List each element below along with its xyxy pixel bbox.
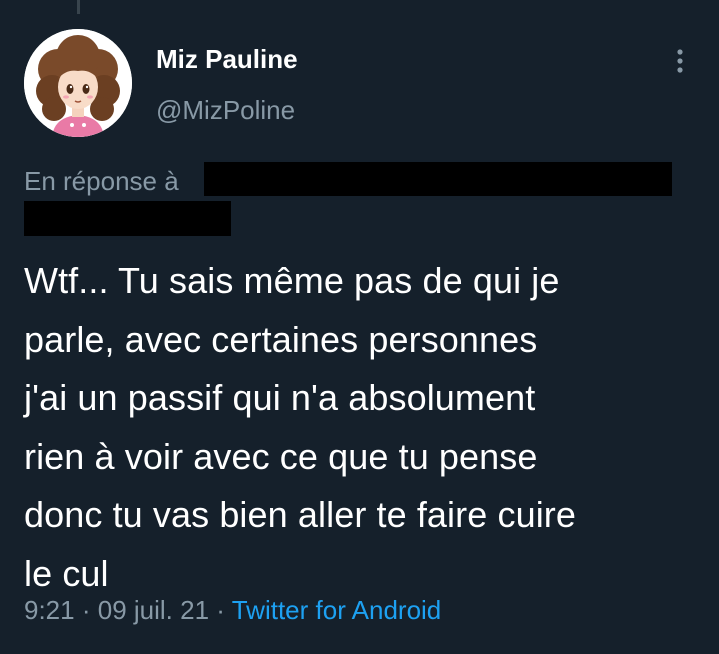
- redacted-reply-handle: [204, 162, 672, 196]
- tweet-text: Wtf... Tu sais même pas de qui je parle,…: [24, 260, 576, 594]
- redacted-reply-handle-2: [24, 201, 231, 236]
- avatar-illustration: [24, 29, 132, 137]
- more-options-button[interactable]: [666, 46, 694, 78]
- author-name[interactable]: Miz Pauline: [156, 44, 298, 74]
- reply-to-label: En réponse à: [24, 166, 179, 196]
- tweet-meta: 9:21 · 09 juil. 21 · Twitter for Android: [24, 595, 441, 625]
- meta-separator: ·: [81, 595, 91, 625]
- meta-separator: ·: [216, 595, 225, 625]
- tweet-source-link[interactable]: Twitter for Android: [232, 595, 442, 625]
- author-handle[interactable]: @MizPoline: [156, 95, 295, 125]
- avatar[interactable]: [24, 29, 132, 137]
- tweet-time[interactable]: 9:21: [24, 595, 75, 625]
- tweet-date[interactable]: 09 juil. 21: [98, 595, 209, 625]
- thread-connector-line: [77, 0, 80, 14]
- more-vertical-icon: [677, 49, 683, 73]
